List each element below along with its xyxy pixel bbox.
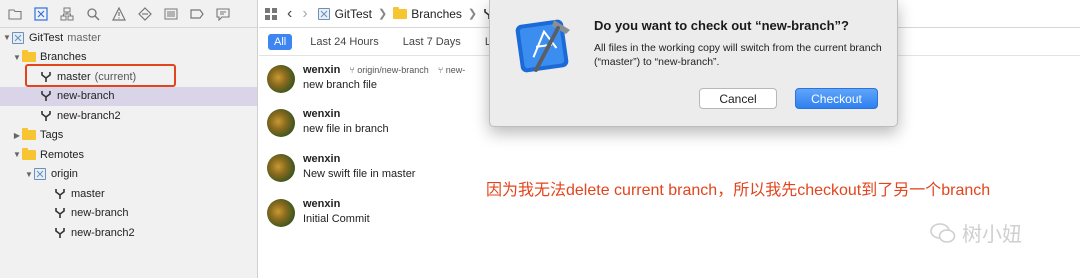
branch-name: new-branch2 (57, 109, 121, 122)
breadcrumb-folder-label: Branches (411, 6, 462, 21)
remotes-group-label: Remotes (40, 148, 85, 161)
commit-message: Initial Commit (303, 213, 370, 225)
watermark: 树小妞 (930, 218, 1022, 247)
disclosure-triangle-icon[interactable]: ▼ (12, 53, 22, 62)
commit-message: new branch file (303, 79, 377, 91)
remotes-group-row[interactable]: ▼ Remotes (0, 145, 257, 165)
disclosure-triangle-icon[interactable]: ▶ (12, 131, 22, 140)
disclosure-triangle-icon[interactable]: ▼ (24, 170, 34, 179)
branch-icon (41, 91, 51, 102)
filter-last-7-days[interactable]: Last 7 Days (397, 34, 467, 50)
breakpoint-icon[interactable] (184, 3, 210, 25)
folder-icon (22, 50, 36, 63)
avatar (267, 65, 295, 93)
breadcrumb-folder[interactable]: Branches (393, 6, 462, 21)
remote-branch-row[interactable]: new-branch2 (0, 223, 257, 243)
back-arrow-icon[interactable]: ‹ (287, 5, 292, 23)
remote-branch-name: master (71, 187, 105, 200)
branch-row-new-branch2[interactable]: new-branch2 (0, 106, 257, 126)
repository-icon (12, 31, 24, 44)
commit-author: wenxin (303, 198, 341, 210)
repo-current-branch: master (67, 31, 101, 44)
branch-icon (41, 110, 51, 121)
remote-branch-name: new-branch2 (71, 226, 135, 239)
commit-author: wenxin (303, 108, 341, 120)
source-control-tree: ▼ GitTest master ▼ Branches master (curr… (0, 28, 257, 243)
remote-row-origin[interactable]: ▼ origin (0, 165, 257, 185)
folder-icon[interactable] (2, 3, 28, 25)
report-icon[interactable] (210, 3, 236, 25)
remote-branch-row[interactable]: master (0, 184, 257, 204)
branch-tag-label: origin/new-branch (357, 65, 429, 75)
commit-message: New swift file in master (303, 168, 416, 180)
breadcrumb-repo[interactable]: GitTest (317, 6, 372, 21)
breadcrumb-separator: ❯ (467, 8, 478, 20)
checkout-button[interactable]: Checkout (795, 88, 878, 109)
branch-tag: ⑂ origin/new-branch (349, 65, 429, 75)
breadcrumb-separator: ❯ (378, 8, 388, 20)
commit-message: new file in branch (303, 123, 389, 135)
avatar (267, 154, 295, 182)
disclosure-triangle-icon[interactable]: ▼ (2, 33, 12, 42)
hierarchy-icon[interactable] (54, 3, 80, 25)
annotation-text: 因为我无法delete current branch，所以我先checkout到… (486, 182, 991, 199)
disclosure-triangle-icon[interactable]: ▼ (12, 150, 22, 159)
folder-icon (393, 6, 408, 19)
dialog-message: All files in the working copy will switc… (594, 42, 882, 68)
remote-branch-name: new-branch (71, 207, 129, 220)
forward-arrow-icon[interactable]: › (302, 5, 307, 23)
search-icon[interactable] (80, 3, 106, 25)
commit-author: wenxin (303, 153, 341, 165)
filter-last-24-hours[interactable]: Last 24 Hours (304, 34, 384, 50)
avatar (267, 109, 295, 137)
tags-group-label: Tags (40, 129, 64, 142)
branch-icon (55, 208, 65, 219)
test-diamond-icon[interactable] (132, 3, 158, 25)
grid-icon[interactable] (265, 7, 277, 20)
commit-author-line: wenxin ⑂ origin/new-branch ⑂ new- (303, 64, 465, 76)
repository-icon (317, 7, 330, 20)
watermark-text: 树小妞 (962, 224, 1022, 246)
folder-icon (22, 128, 36, 141)
debug-icon[interactable] (158, 3, 184, 25)
cancel-button[interactable]: Cancel (699, 88, 777, 109)
remote-branch-row[interactable]: new-branch (0, 204, 257, 224)
navigator-sidebar: ▼ GitTest master ▼ Branches master (curr… (0, 0, 258, 278)
branch-name: new-branch (57, 90, 115, 103)
source-control-icon[interactable] (28, 3, 54, 25)
dialog-title: Do you want to check out “new-branch”? (594, 18, 849, 33)
remote-repository-icon (34, 168, 46, 181)
branch-tag: ⑂ new- (437, 65, 466, 75)
repo-name: GitTest (29, 31, 64, 44)
branch-tag-label: new- (445, 65, 466, 75)
filter-all[interactable]: All (268, 33, 293, 50)
navigator-toolbar (0, 0, 257, 28)
repo-row[interactable]: ▼ GitTest master (0, 28, 257, 48)
avatar (267, 199, 295, 227)
checkout-confirm-dialog: Do you want to check out “new-branch”? A… (489, 0, 898, 127)
branch-icon (55, 188, 65, 199)
remote-name: origin (51, 168, 78, 181)
branches-group-label: Branches (40, 51, 87, 64)
commit-author: wenxin (303, 64, 341, 76)
warning-icon[interactable] (106, 3, 132, 25)
current-branch-highlight (25, 64, 176, 87)
folder-icon (22, 147, 36, 160)
breadcrumb-repo-label: GitTest (334, 6, 372, 21)
xcode-app-icon (515, 19, 570, 73)
tags-group-row[interactable]: ▶ Tags (0, 126, 257, 146)
branch-icon (55, 227, 65, 238)
branch-row-new-branch[interactable]: new-branch (0, 86, 257, 106)
wechat-icon (930, 222, 956, 243)
